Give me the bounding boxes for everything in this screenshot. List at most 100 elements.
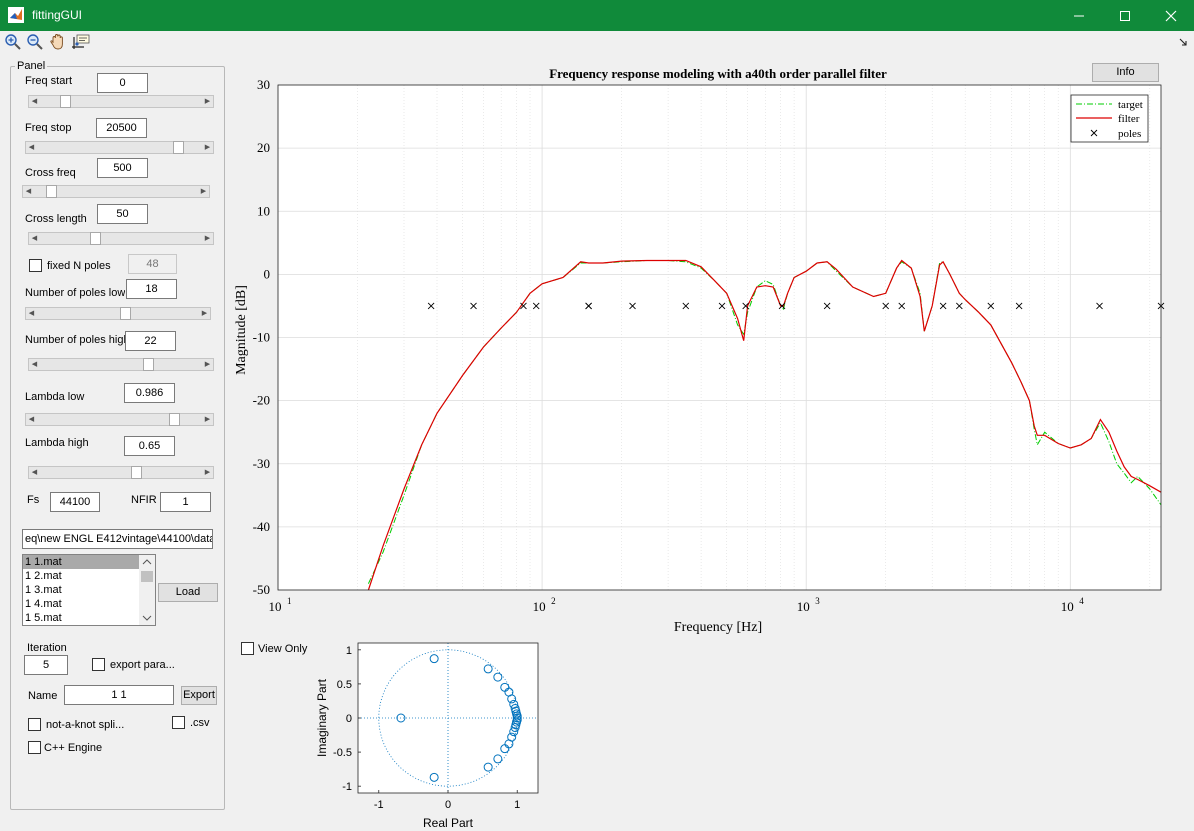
view-only-checkbox[interactable]	[241, 642, 254, 655]
poles-high-slider[interactable]: ◀ ▶	[28, 358, 214, 371]
cross-length-input[interactable]	[97, 204, 148, 224]
slider-thumb[interactable]	[89, 232, 101, 245]
fixed-n-poles-checkbox[interactable]	[29, 259, 42, 272]
zoom-in-button[interactable]	[3, 33, 23, 51]
y-tick-label: 10	[257, 203, 270, 218]
poles-low-input[interactable]	[126, 279, 177, 299]
slider-right-arrow-icon[interactable]: ▶	[199, 308, 210, 319]
csv-checkbox[interactable]	[172, 716, 185, 729]
slider-right-arrow-icon[interactable]: ▶	[202, 142, 213, 153]
slider-right-arrow-icon[interactable]: ▶	[202, 467, 213, 478]
list-item[interactable]: 1 5.mat	[23, 611, 139, 625]
minimize-button[interactable]	[1056, 0, 1102, 31]
poles-high-input[interactable]	[125, 331, 176, 351]
pz-plot-frame	[357, 642, 539, 794]
cpp-engine-checkbox[interactable]	[28, 741, 41, 754]
x-tick-label: 10	[269, 599, 282, 614]
slider-thumb[interactable]	[142, 358, 154, 371]
pz-plot-area	[358, 643, 538, 793]
slider-thumb[interactable]	[169, 413, 181, 426]
pole-point	[483, 664, 493, 674]
pole-marker	[585, 302, 592, 310]
cross-length-slider[interactable]: ◀ ▶	[28, 232, 214, 245]
export-button[interactable]: Export	[181, 686, 217, 705]
pole-point	[511, 706, 521, 716]
slider-left-arrow-icon[interactable]: ◀	[29, 359, 40, 370]
scroll-thumb[interactable]	[141, 571, 153, 582]
lambda-high-input[interactable]	[124, 436, 175, 456]
pole-marker	[682, 302, 690, 310]
fs-input[interactable]	[50, 492, 100, 512]
pz-x-tick-label: 0	[445, 799, 451, 811]
slider-left-arrow-icon[interactable]: ◀	[29, 467, 40, 478]
listbox-scrollbar[interactable]	[139, 555, 155, 625]
list-item[interactable]: 1 2.mat	[23, 569, 139, 583]
slider-left-arrow-icon[interactable]: ◀	[29, 96, 40, 107]
poles-high-label: Number of poles high	[25, 334, 125, 346]
pole-marker	[532, 302, 540, 310]
slider-thumb[interactable]	[59, 95, 71, 108]
scroll-up-icon[interactable]	[139, 555, 155, 569]
slider-thumb[interactable]	[120, 307, 132, 320]
cross-freq-slider[interactable]: ◀ ▶	[22, 185, 210, 198]
data-cursor-icon	[72, 34, 90, 49]
pole-point	[504, 687, 514, 697]
export-params-checkbox[interactable]	[92, 658, 105, 671]
freq-stop-input[interactable]	[96, 118, 147, 138]
pole-point	[493, 754, 503, 764]
scroll-down-icon[interactable]	[139, 611, 155, 625]
toolbar-expand-icon[interactable]	[1178, 37, 1188, 47]
zoom-out-button[interactable]	[25, 33, 45, 51]
slider-left-arrow-icon[interactable]: ◀	[29, 233, 40, 244]
iteration-input[interactable]	[24, 655, 68, 675]
data-cursor-button[interactable]	[71, 33, 91, 51]
plot-area	[278, 85, 1161, 590]
maximize-button[interactable]	[1102, 0, 1148, 31]
list-item[interactable]: 1 4.mat	[23, 597, 139, 611]
slider-right-arrow-icon[interactable]: ▶	[202, 233, 213, 244]
list-item[interactable]: 1 3.mat	[23, 583, 139, 597]
pole-marker	[939, 302, 947, 310]
slider-left-arrow-icon[interactable]: ◀	[26, 308, 37, 319]
pole-point	[510, 723, 520, 733]
freq-start-slider[interactable]: ◀ ▶	[28, 95, 214, 108]
legend[interactable]: target filter poles	[1070, 94, 1149, 143]
file-listbox[interactable]: 1 1.mat 1 2.mat 1 3.mat 1 4.mat 1 5.mat	[22, 554, 156, 626]
lambda-low-input[interactable]	[124, 383, 175, 403]
lambda-high-slider[interactable]: ◀ ▶	[28, 466, 214, 479]
pz-y-tick-label: -0.5	[333, 747, 352, 759]
list-item[interactable]: 1 1.mat	[23, 555, 139, 569]
poles-low-slider[interactable]: ◀ ▶	[25, 307, 211, 320]
slider-right-arrow-icon[interactable]: ▶	[202, 359, 213, 370]
slider-thumb[interactable]	[172, 141, 184, 154]
poles-low-label: Number of poles low	[25, 287, 125, 299]
slider-left-arrow-icon[interactable]: ◀	[26, 142, 37, 153]
not-a-knot-checkbox[interactable]	[28, 718, 41, 731]
nfir-input[interactable]	[160, 492, 211, 512]
pole-marker	[718, 302, 726, 310]
zoom-out-icon	[27, 34, 43, 50]
slider-left-arrow-icon[interactable]: ◀	[26, 414, 37, 425]
close-button[interactable]	[1148, 0, 1194, 31]
lambda-low-slider[interactable]: ◀ ▶	[25, 413, 214, 426]
info-button[interactable]: Info	[1092, 63, 1159, 82]
slider-left-arrow-icon[interactable]: ◀	[23, 186, 34, 197]
name-input[interactable]	[64, 685, 174, 705]
slider-thumb[interactable]	[130, 466, 142, 479]
data-path-field[interactable]: eq\new ENGL E412vintage\44100\data	[22, 529, 213, 549]
slider-right-arrow-icon[interactable]: ▶	[198, 186, 209, 197]
freq-start-input[interactable]	[97, 73, 148, 93]
pz-x-tick-label: -1	[374, 799, 384, 811]
lambda-high-label: Lambda high	[25, 437, 89, 449]
pole-marker	[778, 302, 786, 310]
slider-right-arrow-icon[interactable]: ▶	[202, 96, 213, 107]
pole-marker	[1096, 302, 1103, 310]
load-button[interactable]: Load	[158, 583, 218, 602]
freq-stop-slider[interactable]: ◀ ▶	[25, 141, 214, 154]
pan-button[interactable]	[48, 33, 68, 51]
pz-y-axis-label: Imaginary Part	[315, 678, 329, 757]
pole-point	[509, 727, 519, 737]
slider-thumb[interactable]	[46, 185, 58, 198]
slider-right-arrow-icon[interactable]: ▶	[202, 414, 213, 425]
cross-freq-input[interactable]	[97, 158, 148, 178]
